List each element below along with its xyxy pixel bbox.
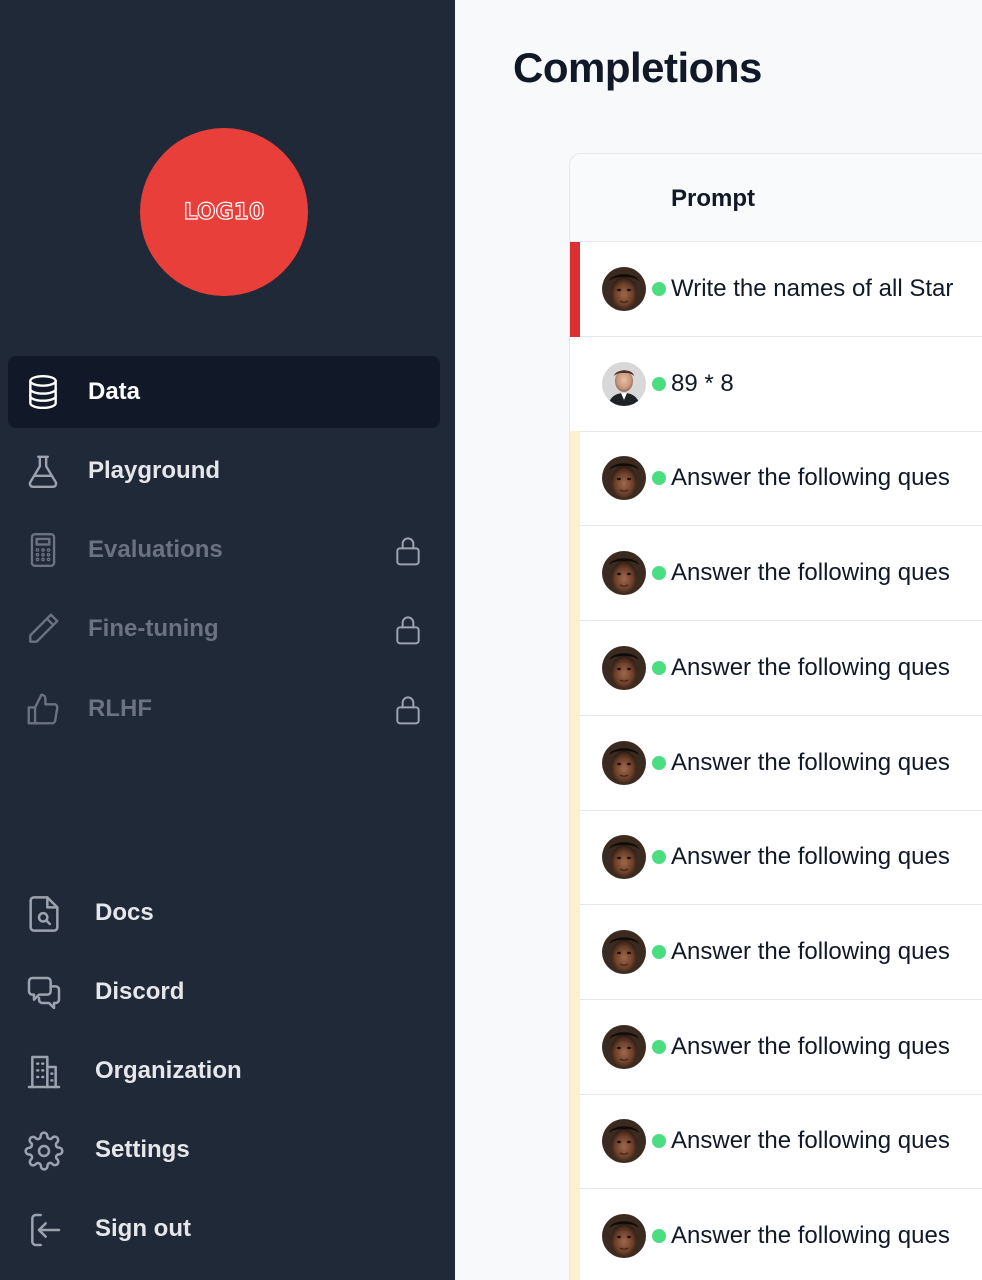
prompt-text: Answer the following ques	[671, 843, 950, 871]
nav-label-settings: Settings	[95, 1136, 190, 1163]
nav-label-sign-out: Sign out	[95, 1215, 191, 1242]
online-status-dot	[652, 660, 666, 675]
nav-item-fine-tuning[interactable]: Fine-tuning	[8, 593, 440, 665]
nav-item-sign-out[interactable]: Sign out	[8, 1199, 440, 1259]
table-row[interactable]: Answer the following ques	[570, 904, 982, 1000]
column-header-prompt[interactable]: Prompt	[671, 185, 755, 213]
prompt-text: Write the names of all Star	[671, 275, 954, 302]
status-bar	[570, 620, 580, 716]
nav-item-organization[interactable]: Organization	[8, 1041, 440, 1101]
nav-label-fine-tuning: Fine-tuning	[88, 615, 219, 642]
online-status-dot	[652, 850, 666, 865]
online-status-dot	[652, 944, 666, 959]
logo-text: LOG10	[183, 199, 265, 225]
online-status-dot	[652, 1039, 666, 1054]
status-bar	[570, 526, 580, 622]
table-row[interactable]: 89 * 8	[570, 337, 982, 432]
avatar	[602, 1024, 646, 1069]
nav-item-data[interactable]: Data	[8, 356, 440, 428]
avatar	[602, 456, 646, 501]
table-row[interactable]: Answer the following ques	[570, 715, 982, 811]
sidebar: LOG10 Data Playground Evaluations Fine-t…	[0, 0, 455, 1280]
table-row[interactable]: Answer the following ques	[570, 1094, 982, 1190]
avatar	[602, 267, 646, 311]
lock-icon	[396, 696, 420, 725]
avatar	[602, 835, 646, 880]
table-row[interactable]: Answer the following ques	[570, 526, 982, 622]
avatar	[602, 740, 646, 785]
lock-icon	[396, 537, 420, 566]
prompt-text: Answer the following ques	[671, 1222, 950, 1249]
building-icon	[27, 1055, 61, 1089]
online-status-dot	[652, 566, 666, 581]
status-bar	[570, 1189, 580, 1280]
prompt-text: 89 * 8	[671, 369, 734, 397]
avatar	[602, 1119, 646, 1164]
status-bar	[570, 904, 580, 1000]
prompt-text: Answer the following ques	[671, 653, 950, 681]
online-status-dot	[652, 282, 666, 296]
table-header: Prompt	[570, 154, 982, 242]
thumbs-up-icon	[27, 693, 59, 725]
completions-table: Prompt Write the names of all Star 89 * 8…	[569, 153, 982, 1280]
avatar	[602, 551, 646, 596]
table-row[interactable]: Answer the following ques	[570, 431, 982, 527]
nav-item-discord[interactable]: Discord	[8, 962, 440, 1022]
page-title: Completions	[513, 44, 762, 91]
nav-label-discord: Discord	[95, 978, 185, 1005]
nav-label-docs: Docs	[95, 899, 154, 926]
status-bar	[570, 242, 580, 337]
nav-item-settings[interactable]: Settings	[8, 1120, 440, 1180]
nav-item-docs[interactable]: Docs	[8, 883, 440, 943]
logo[interactable]: LOG10	[140, 128, 308, 296]
table-row[interactable]: Answer the following ques	[570, 999, 982, 1095]
online-status-dot	[652, 755, 666, 770]
document-search-icon	[29, 896, 59, 932]
avatar	[602, 1214, 646, 1258]
status-bar	[570, 715, 580, 811]
table-row[interactable]: Answer the following ques	[570, 620, 982, 716]
status-bar	[570, 337, 580, 432]
pencil-icon	[29, 613, 59, 643]
prompt-text: Answer the following ques	[671, 1127, 950, 1155]
online-status-dot	[652, 1229, 666, 1243]
online-status-dot	[652, 1134, 666, 1149]
prompt-text: Answer the following ques	[671, 748, 950, 776]
online-status-dot	[652, 471, 666, 486]
avatar	[602, 645, 646, 690]
nav-item-evaluations[interactable]: Evaluations	[8, 514, 440, 586]
prompt-text: Answer the following ques	[671, 559, 950, 587]
gear-icon	[24, 1131, 64, 1171]
nav-item-playground[interactable]: Playground	[8, 435, 440, 507]
status-bar	[570, 810, 580, 906]
avatar	[602, 929, 646, 974]
nav-label-evaluations: Evaluations	[88, 536, 223, 563]
status-bar	[570, 1094, 580, 1190]
nav-label-data: Data	[88, 378, 141, 405]
prompt-text: Answer the following ques	[671, 1032, 950, 1060]
nav-label-rlhf: RLHF	[88, 695, 152, 722]
status-bar	[570, 999, 580, 1095]
lock-icon	[396, 616, 420, 645]
prompt-text: Answer the following ques	[671, 937, 950, 965]
online-status-dot	[652, 376, 666, 391]
prompt-text: Answer the following ques	[671, 464, 950, 492]
status-bar	[570, 431, 580, 527]
calculator-icon	[30, 532, 56, 568]
nav-label-playground: Playground	[88, 457, 221, 484]
table-row[interactable]: Write the names of all Star	[570, 242, 982, 337]
nav-label-organization: Organization	[95, 1057, 242, 1084]
table-row[interactable]: Answer the following ques	[570, 1189, 982, 1280]
avatar	[602, 361, 646, 406]
flask-icon	[28, 455, 58, 489]
sign-out-icon	[31, 1213, 61, 1247]
table-row[interactable]: Answer the following ques	[570, 810, 982, 906]
nav-item-rlhf[interactable]: RLHF	[8, 673, 440, 745]
chat-bubbles-icon	[27, 976, 61, 1010]
database-icon	[29, 374, 57, 410]
